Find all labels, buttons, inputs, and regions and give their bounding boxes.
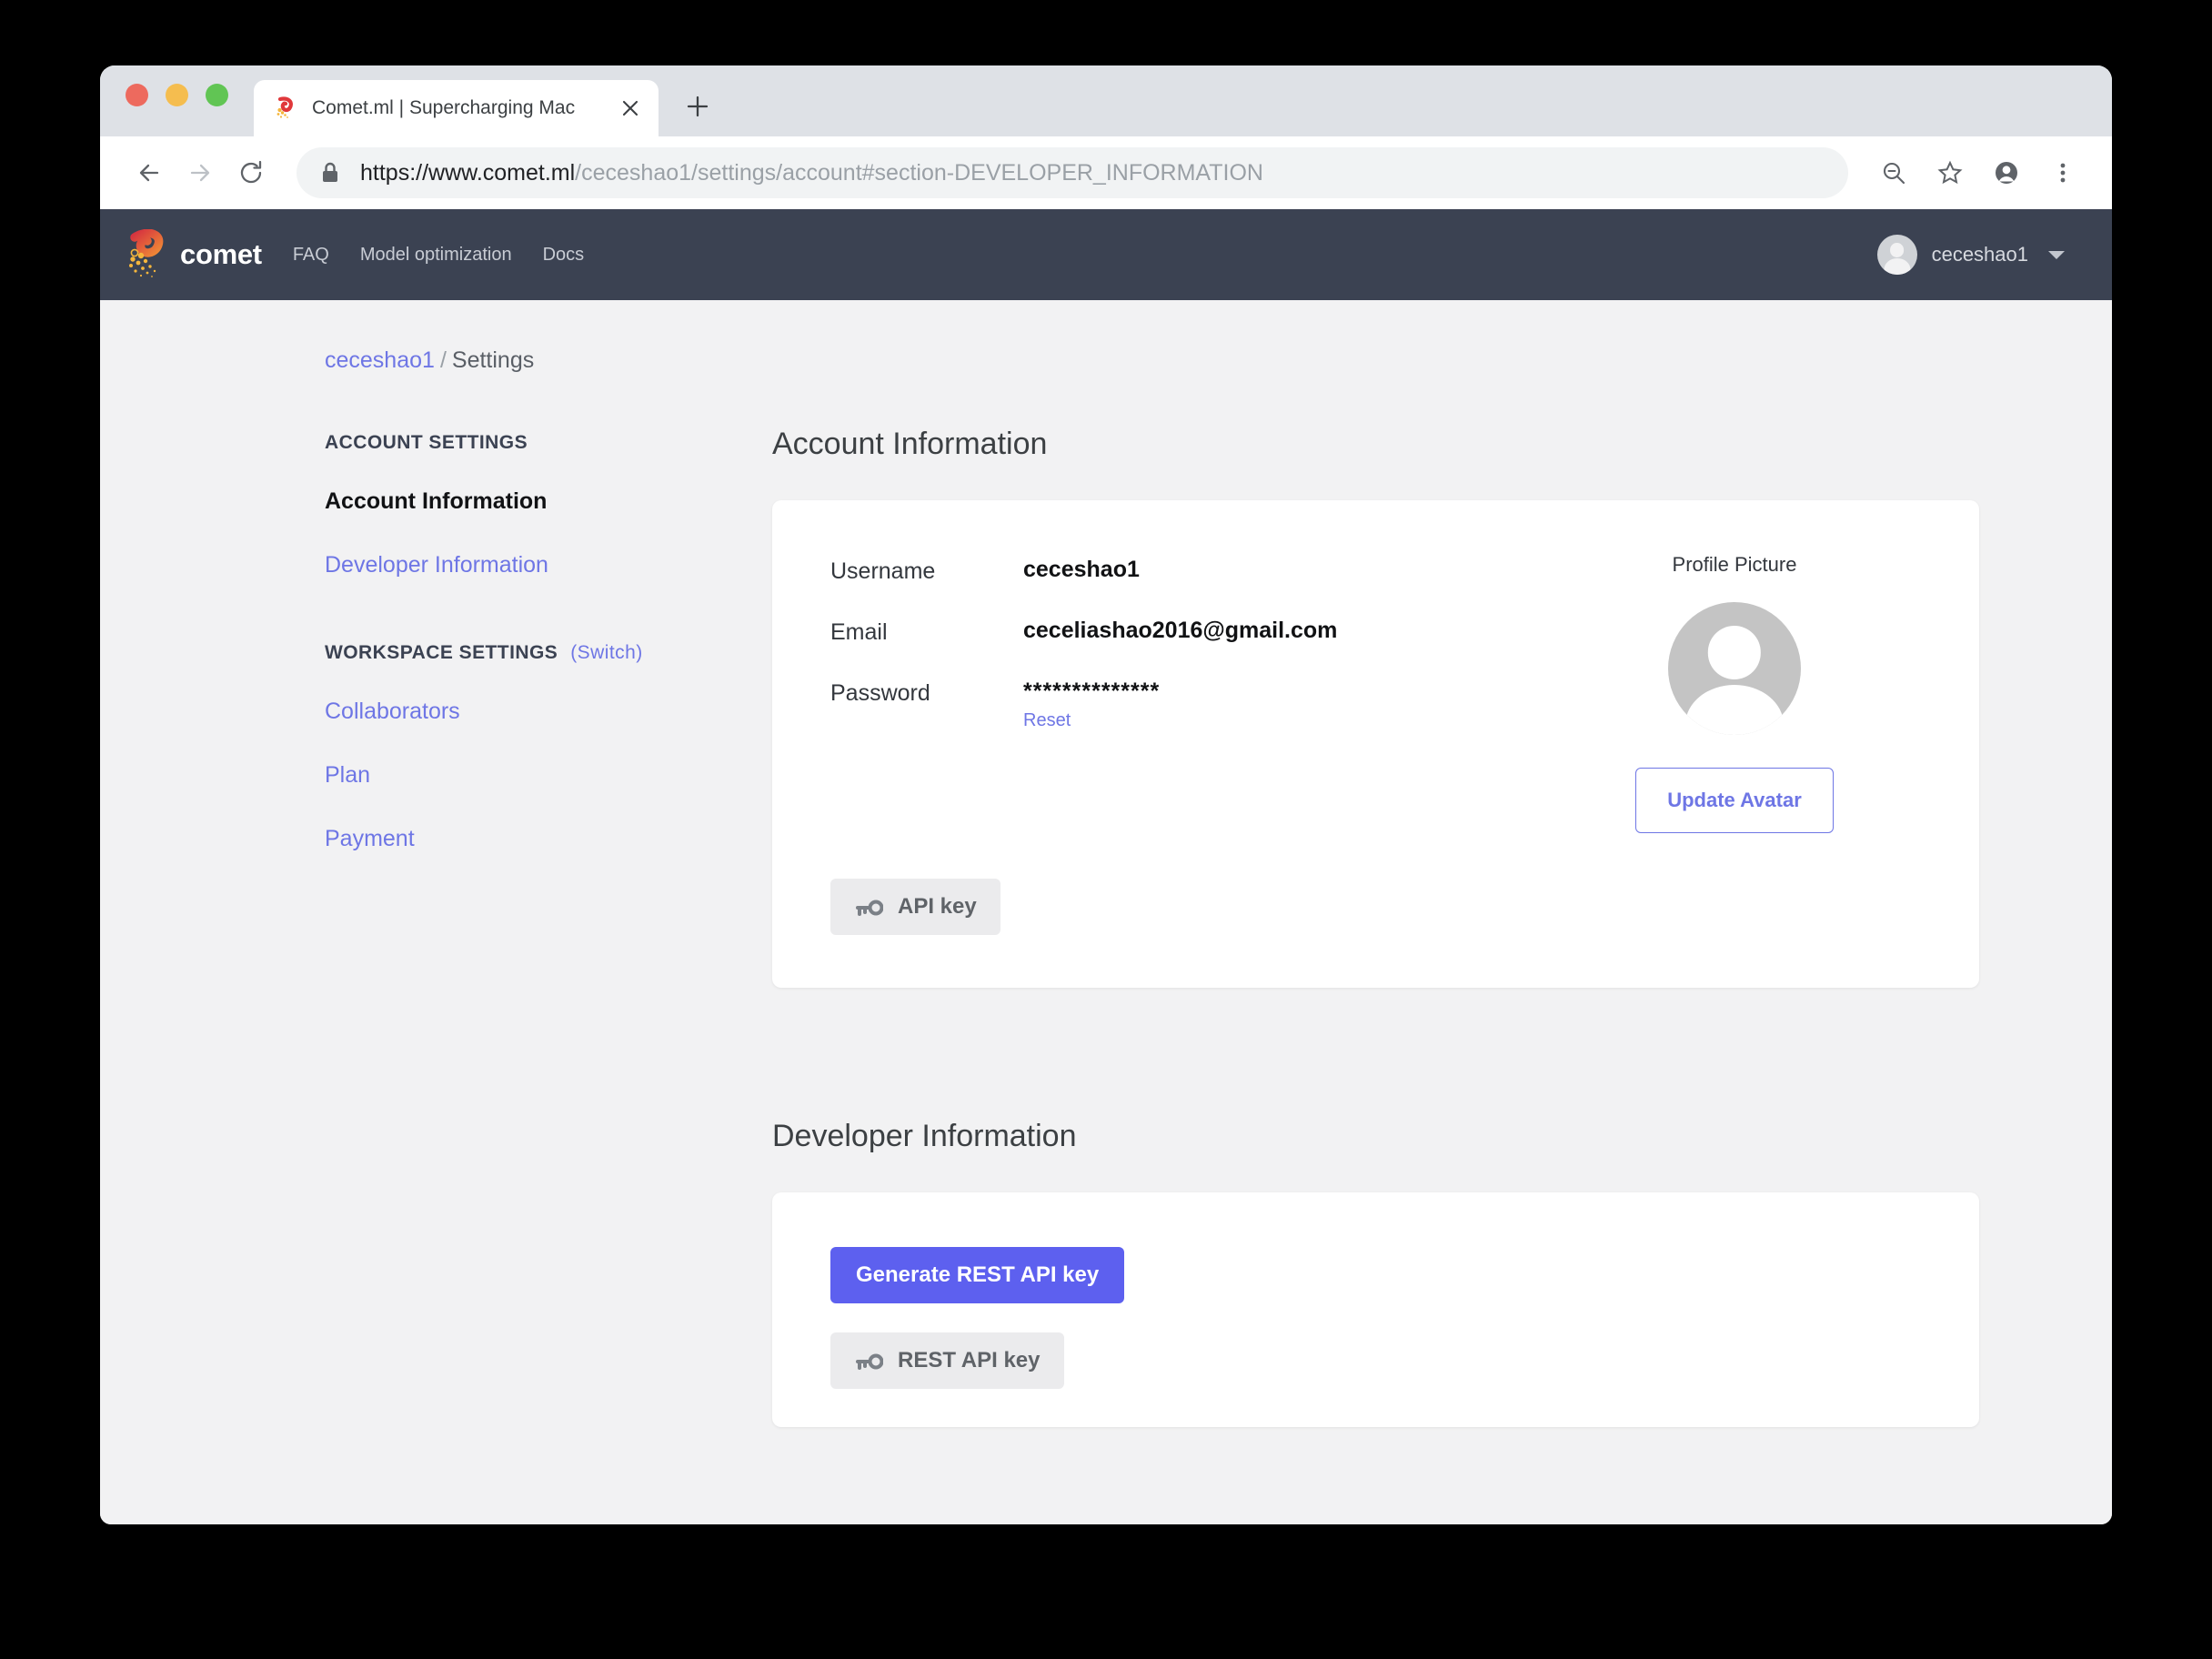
rest-api-key-button[interactable]: REST API key	[830, 1332, 1064, 1389]
close-icon[interactable]	[615, 93, 646, 124]
sidebar-item-account-information[interactable]: Account Information	[325, 488, 772, 515]
generate-rest-api-key-button[interactable]: Generate REST API key	[830, 1247, 1125, 1303]
settings-main: Account Information Username ceceshao1 E…	[772, 427, 2112, 1427]
password-value-group: ************** Reset	[1023, 679, 1160, 731]
sidebar-item-plan[interactable]: Plan	[325, 762, 772, 789]
password-label: Password	[830, 680, 930, 706]
api-key-label: API key	[898, 894, 977, 919]
plus-icon[interactable]	[679, 87, 717, 126]
sidebar-item-payment[interactable]: Payment	[325, 826, 772, 852]
close-window-button[interactable]	[126, 83, 148, 106]
tab-strip: Comet.ml | Supercharging Mac	[100, 65, 2112, 136]
nav-link-faq[interactable]: FAQ	[293, 245, 329, 266]
comet-favicon	[274, 96, 297, 120]
browser-toolbar: https://www.comet.ml/ceceshao1/settings/…	[100, 136, 2112, 209]
browser-window: Comet.ml | Supercharging Mac https://www…	[100, 65, 2112, 1524]
api-key-button[interactable]: API key	[830, 879, 1000, 935]
url-text: https://www.comet.ml/ceceshao1/settings/…	[360, 160, 1263, 186]
settings-sidebar: ACCOUNT SETTINGS Account Information Dev…	[325, 427, 772, 1427]
workspace-switch-link[interactable]: (Switch)	[570, 642, 642, 664]
profile-picture-group: Profile Picture Update Avatar	[1584, 553, 1885, 833]
account-information-card: Username ceceshao1 Email ceceliashao2016…	[772, 500, 1979, 988]
breadcrumb-workspace[interactable]: ceceshao1	[325, 347, 435, 373]
reload-icon[interactable]	[226, 147, 276, 198]
brand-name: comet	[180, 238, 262, 270]
nav-link-docs[interactable]: Docs	[543, 245, 585, 266]
sidebar-heading-workspace: WORKSPACE SETTINGS (Switch)	[325, 642, 772, 664]
sidebar-item-collaborators[interactable]: Collaborators	[325, 699, 772, 725]
zoom-out-icon[interactable]	[1868, 147, 1919, 198]
lock-icon	[320, 161, 340, 185]
user-menu[interactable]: ceceshao1	[1876, 235, 2065, 275]
bookmark-star-icon[interactable]	[1925, 147, 1976, 198]
comet-app: comet FAQ Model optimization Docs cecesh…	[100, 209, 2112, 1524]
developer-section-title: Developer Information	[772, 1119, 1077, 1153]
more-vertical-icon[interactable]	[2037, 147, 2088, 198]
tab-title: Comet.ml | Supercharging Mac	[312, 97, 576, 118]
chevron-down-icon[interactable]	[2048, 250, 2065, 259]
nav-link-model-optimization[interactable]: Model optimization	[360, 245, 512, 266]
maximize-window-button[interactable]	[206, 83, 228, 106]
profile-picture-label: Profile Picture	[1672, 553, 1797, 576]
breadcrumb: ceceshao1/Settings	[100, 300, 2112, 374]
app-navbar: comet FAQ Model optimization Docs cecesh…	[100, 209, 2112, 300]
sidebar-heading-account-label: ACCOUNT SETTINGS	[325, 432, 528, 453]
breadcrumb-current: Settings	[451, 347, 535, 373]
password-reset-link[interactable]: Reset	[1023, 710, 1160, 731]
username-value: ceceshao1	[1023, 557, 1140, 582]
key-icon	[854, 1352, 884, 1370]
page-title: Account Information	[772, 427, 1048, 461]
brand[interactable]: comet	[124, 228, 262, 280]
user-avatar-icon	[1876, 235, 1917, 275]
user-name: ceceshao1	[1931, 243, 2028, 266]
update-avatar-button[interactable]: Update Avatar	[1635, 768, 1834, 833]
rest-api-key-label: REST API key	[898, 1348, 1041, 1372]
content-row: ACCOUNT SETTINGS Account Information Dev…	[100, 374, 2112, 1427]
username-label: Username	[830, 558, 936, 584]
address-bar[interactable]: https://www.comet.ml/ceceshao1/settings/…	[297, 147, 1848, 198]
sidebar-heading-account: ACCOUNT SETTINGS	[325, 432, 772, 454]
window-traffic-lights	[126, 65, 228, 136]
navbar-links: FAQ Model optimization Docs	[293, 245, 584, 266]
page-body: ceceshao1/Settings ACCOUNT SETTINGS Acco…	[100, 300, 2112, 1524]
default-avatar-icon	[1668, 602, 1801, 735]
browser-tab[interactable]: Comet.ml | Supercharging Mac	[254, 80, 659, 136]
url-host: https://www.comet.ml	[360, 159, 576, 186]
arrow-left-icon[interactable]	[124, 147, 175, 198]
comet-logo-icon	[124, 228, 171, 280]
password-value: **************	[1023, 679, 1161, 704]
minimize-window-button[interactable]	[166, 83, 188, 106]
sidebar-item-developer-information[interactable]: Developer Information	[325, 552, 772, 578]
url-path: /ceceshao1/settings/account#section-DEVE…	[575, 159, 1263, 186]
key-icon	[854, 898, 884, 916]
developer-information-card: Generate REST API key REST API key	[772, 1192, 1979, 1427]
profile-icon[interactable]	[1981, 147, 2032, 198]
email-label: Email	[830, 619, 888, 645]
arrow-right-icon[interactable]	[175, 147, 226, 198]
breadcrumb-separator: /	[439, 347, 447, 373]
sidebar-heading-workspace-label: WORKSPACE SETTINGS	[325, 642, 558, 663]
email-value: ceceliashao2016@gmail.com	[1023, 618, 1338, 643]
